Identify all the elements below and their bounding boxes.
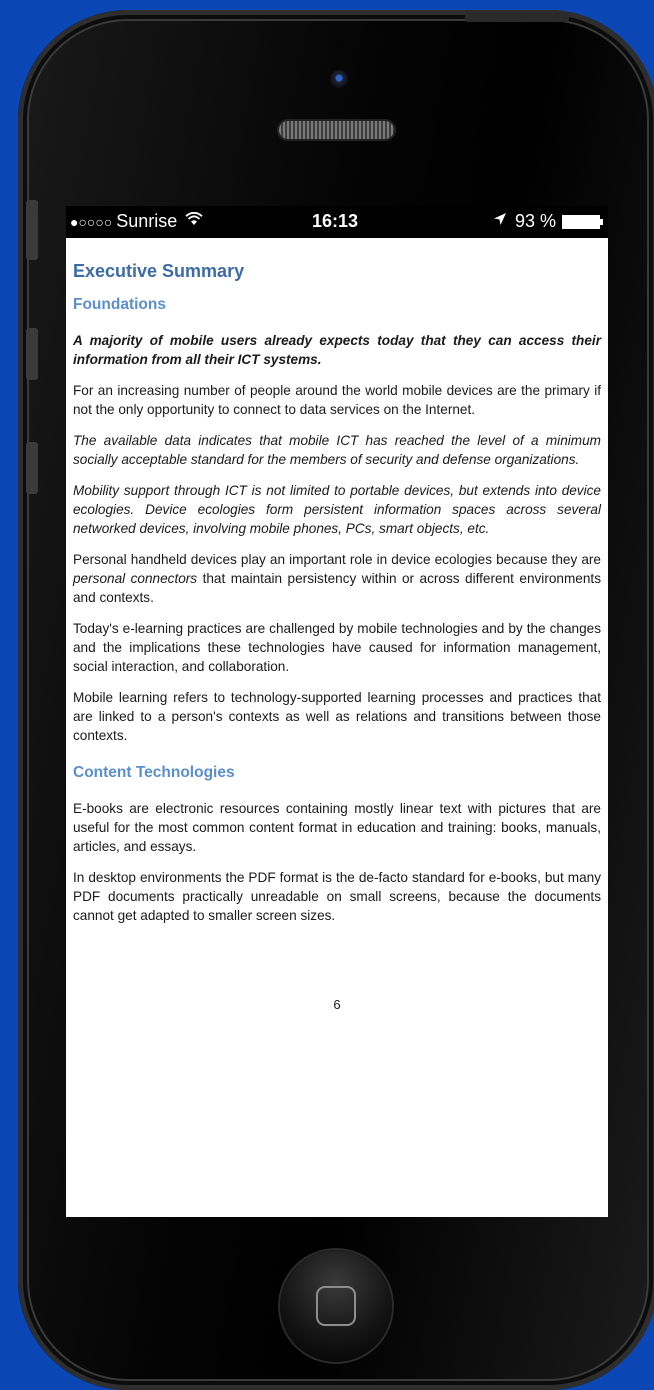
paragraph: E-books are electronic resources contain… [73, 801, 601, 854]
paragraph: Personal handheld devices play an import… [73, 550, 601, 607]
wifi-icon [185, 211, 203, 231]
battery-icon [562, 214, 603, 229]
screen: ●○○○○ Sunrise 16:13 93 % Executive Summa… [66, 206, 608, 1217]
paragraph: A majority of mobile users already expec… [73, 333, 601, 367]
carrier-name: Sunrise [116, 211, 178, 231]
power-button[interactable] [465, 12, 569, 22]
section-heading-content-technologies: Content Technologies [73, 764, 235, 781]
home-square-icon [316, 1286, 356, 1326]
emphasized-text: personal connectors [73, 571, 198, 586]
page-number: 6 [333, 997, 341, 1012]
mute-switch[interactable] [26, 200, 38, 260]
signal-strength: ●○○○○ [70, 213, 113, 230]
front-camera [330, 70, 348, 88]
paragraph: Mobile learning refers to technology-sup… [73, 690, 601, 743]
status-time: 16:13 [312, 211, 359, 231]
section-heading-foundations: Foundations [73, 296, 166, 313]
document-page: Executive Summary Foundations A majority… [66, 262, 608, 1014]
paragraph: For an increasing number of people aroun… [73, 383, 601, 417]
paragraph-text: Personal handheld devices play an import… [73, 552, 601, 567]
home-button[interactable] [280, 1250, 392, 1362]
paragraph: The available data indicates that mobile… [73, 433, 601, 467]
paragraph: Mobility support through ICT is not limi… [73, 483, 601, 536]
location-arrow-icon [493, 212, 507, 231]
volume-up-button[interactable] [26, 328, 38, 380]
battery-percent: 93 % [514, 211, 556, 231]
earpiece-speaker [279, 121, 394, 139]
paragraph: Today's e-learning practices are challen… [73, 621, 601, 674]
paragraph: In desktop environments the PDF format i… [73, 870, 601, 923]
volume-down-button[interactable] [26, 442, 38, 494]
document-title: Executive Summary [73, 261, 245, 281]
status-bar: ●○○○○ Sunrise 16:13 93 % [66, 206, 608, 238]
